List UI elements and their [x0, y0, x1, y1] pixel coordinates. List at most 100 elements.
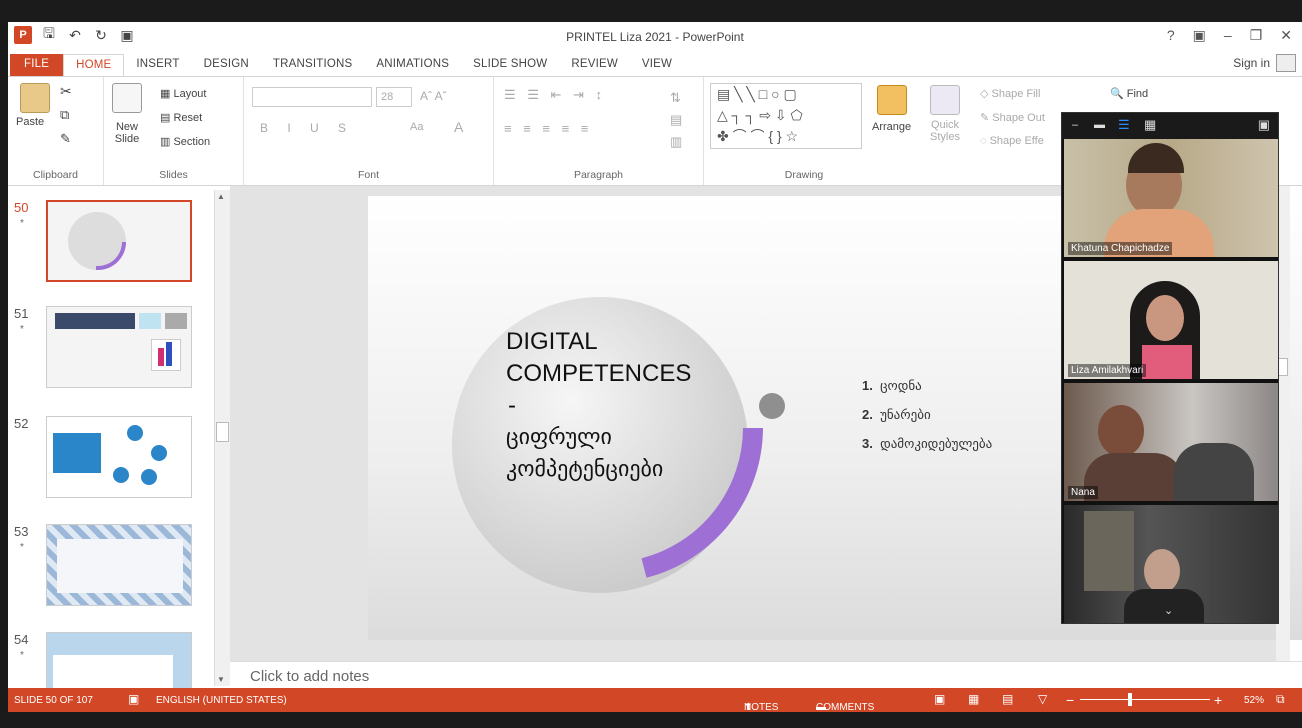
video-tile[interactable]: ⌄	[1064, 505, 1278, 623]
shape-outline-label: Shape Out	[992, 112, 1045, 124]
arrange-icon	[876, 85, 907, 115]
paste-button[interactable]: Paste	[16, 83, 50, 128]
tab-view[interactable]: VIEW	[630, 54, 684, 76]
align-icons[interactable]: ≡ ≡ ≡ ≡ ≡	[504, 121, 592, 136]
bottom-black-bar	[0, 712, 1302, 728]
zoom-out-icon[interactable]: −	[1066, 692, 1074, 708]
layout-label: Layout	[173, 88, 207, 100]
reset-icon: ▤	[160, 112, 174, 124]
editor-scrollbar-thumb[interactable]	[1278, 358, 1288, 376]
change-case-button[interactable]: Aa	[410, 121, 423, 133]
quick-styles-button[interactable]: Quick Styles	[930, 85, 960, 143]
font-size-box[interactable]: 28	[376, 87, 412, 107]
arrange-button[interactable]: Arrange	[872, 85, 911, 133]
tab-transitions[interactable]: TRANSITIONS	[261, 54, 365, 76]
zoom-slider-thumb[interactable]	[1128, 693, 1132, 706]
new-slide-icon	[112, 83, 142, 113]
minimize-video-icon[interactable]: –	[1072, 119, 1078, 131]
new-slide-button[interactable]: New Slide	[112, 83, 142, 145]
list-num: 2.	[862, 407, 873, 422]
thumbnail-star: *	[20, 650, 24, 661]
fit-slide-icon[interactable]: ⧉	[1276, 692, 1285, 707]
font-name-box[interactable]	[252, 87, 372, 107]
participant-name: Nana	[1068, 486, 1098, 499]
tab-animations[interactable]: ANIMATIONS	[364, 54, 461, 76]
sign-in[interactable]: Sign in	[1233, 54, 1296, 72]
reading-view-icon[interactable]: ▤	[1002, 692, 1013, 706]
thumbnail-number: 54	[14, 632, 29, 647]
help-icon[interactable]: ?	[1167, 27, 1175, 44]
scrollbar-thumb[interactable]	[216, 422, 229, 442]
reset-label: Reset	[173, 112, 203, 124]
close-icon[interactable]: ✕	[1280, 27, 1292, 44]
exit-fullscreen-icon[interactable]: ▣	[1258, 117, 1270, 133]
tab-home[interactable]: HOME	[63, 54, 125, 76]
video-tile[interactable]: Liza Amilakhvari	[1064, 261, 1278, 379]
text-direction-icons[interactable]: ⇅ ▤ ▥	[670, 87, 682, 153]
shape-effects-button[interactable]: ◌ Shape Effe	[980, 135, 1044, 147]
ribbon-tabs: FILE HOME INSERT DESIGN TRANSITIONS ANIM…	[8, 52, 1302, 76]
title-georgian-1: ციფრული	[506, 425, 612, 450]
chevron-down-icon[interactable]: ⌄	[1164, 604, 1173, 617]
window-title: PRINTEL Liza 2021 - PowerPoint	[566, 30, 744, 44]
scroll-down-icon[interactable]: ▼	[217, 675, 225, 684]
reset-button[interactable]: ▤ Reset	[160, 111, 202, 124]
section-button[interactable]: ▥ Section	[160, 135, 210, 148]
video-tile[interactable]: Nana	[1064, 383, 1278, 501]
normal-view-icon[interactable]: ▣	[934, 692, 945, 706]
font-format-icons[interactable]: B I U S	[260, 121, 354, 135]
spellcheck-icon[interactable]: ▣	[128, 692, 139, 706]
zoom-level[interactable]: 52%	[1244, 695, 1264, 706]
participant-figure	[1128, 143, 1184, 173]
new-slide-label-2: Slide	[114, 133, 140, 145]
zoom-in-icon[interactable]: +	[1214, 692, 1222, 708]
shape-fill-button[interactable]: ◇ Shape Fill	[980, 87, 1040, 100]
scroll-up-icon[interactable]: ▲	[217, 192, 225, 201]
restore-icon[interactable]: ❐	[1250, 27, 1263, 44]
thumbnail-slide-52[interactable]: 52	[8, 416, 208, 506]
slideshow-view-icon[interactable]: ▽	[1038, 692, 1047, 706]
thumb-block	[139, 313, 161, 329]
copy-icon[interactable]: ⧉	[60, 107, 69, 123]
grow-font-icon[interactable]: Aˆ Aˇ	[420, 89, 447, 103]
strip-view-icon[interactable]: ☰	[1118, 117, 1130, 133]
speaker-view-icon[interactable]: ▬	[1094, 119, 1105, 131]
slides-label: Slides	[159, 169, 188, 181]
thumb-textbox	[53, 655, 173, 689]
language-status[interactable]: ENGLISH (UNITED STATES)	[156, 695, 287, 706]
gallery-view-icon[interactable]: ▦	[1144, 117, 1156, 133]
tab-review[interactable]: REVIEW	[559, 54, 630, 76]
cut-icon[interactable]: ✂	[60, 83, 72, 100]
tab-file[interactable]: FILE	[10, 54, 64, 76]
thumbnail-slide-50[interactable]: 50 *	[8, 200, 208, 290]
avatar-icon[interactable]	[1276, 54, 1296, 72]
clipboard-label: Clipboard	[33, 169, 78, 181]
zoom-slider[interactable]	[1080, 693, 1210, 706]
find-button[interactable]: 🔍 Find	[1110, 87, 1148, 100]
shape-outline-button[interactable]: ✎ Shape Out	[980, 111, 1045, 124]
drawing-group: ▤ ╲ ╲ □ ○ ▢ △ ┐ ┐ ⇨ ⇩ ⬠ ✤ ⌒ ⌒ { } ☆ Arrang…	[704, 77, 1064, 185]
video-tile[interactable]: Khatuna Chapichadze	[1064, 139, 1278, 257]
thumbnails-scrollbar[interactable]: ▲ ▼	[214, 190, 230, 686]
format-painter-icon[interactable]: ✎	[60, 131, 71, 147]
tab-slide-show[interactable]: SLIDE SHOW	[461, 54, 559, 76]
participant-figure	[1084, 453, 1184, 501]
thumbnail-slide-53[interactable]: 53 *	[8, 524, 208, 614]
slide-thumbnails-pane: 50 * 51 * 52 53 * 54 *	[8, 186, 230, 692]
notes-pane[interactable]: Click to add notes	[230, 661, 1302, 687]
tab-design[interactable]: DESIGN	[192, 54, 261, 76]
ribbon-display-icon[interactable]: ▣	[1193, 27, 1206, 44]
minimize-icon[interactable]: –	[1224, 27, 1232, 44]
thumbnail-number: 51	[14, 306, 29, 321]
list-icons[interactable]: ☰ ☰ ⇤ ⇥ ↕	[504, 87, 606, 103]
font-color-icon[interactable]: A	[454, 119, 463, 135]
sign-in-label[interactable]: Sign in	[1233, 56, 1270, 70]
shapes-gallery[interactable]: ▤ ╲ ╲ □ ○ ▢ △ ┐ ┐ ⇨ ⇩ ⬠ ✤ ⌒ ⌒ { } ☆	[710, 83, 862, 149]
status-bar: SLIDE 50 OF 107 ▣ ENGLISH (UNITED STATES…	[8, 688, 1302, 713]
paste-label: Paste	[16, 116, 45, 128]
slide-sorter-icon[interactable]: ▦	[968, 692, 979, 706]
layout-button[interactable]: ▦ Layout	[160, 87, 206, 100]
thumbnail-image	[46, 200, 192, 282]
thumbnail-slide-51[interactable]: 51 *	[8, 306, 208, 396]
tab-insert[interactable]: INSERT	[124, 54, 191, 76]
